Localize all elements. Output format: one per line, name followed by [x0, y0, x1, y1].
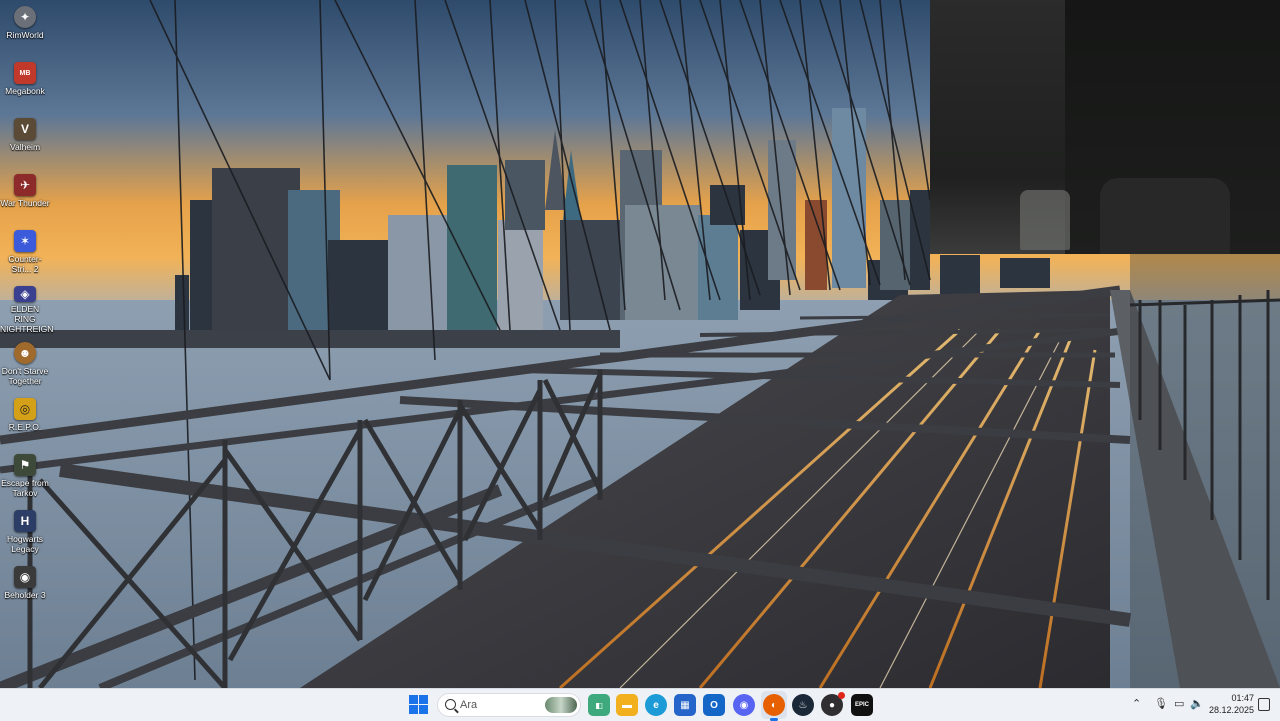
desktop-icon-label: Megabonk	[5, 86, 45, 96]
desktop-icon-rimworld[interactable]: ✦ RimWorld	[0, 2, 50, 54]
start-button[interactable]	[409, 695, 429, 715]
system-clock[interactable]: 01:47 28.12.2025	[1208, 692, 1254, 716]
windows-logo-icon	[409, 695, 418, 704]
network-icon[interactable]: ▭	[1174, 697, 1184, 710]
desktop-icon-label: Hogwarts Legacy	[7, 534, 43, 554]
megabonk-icon: MB	[14, 62, 36, 84]
edge-icon[interactable]: e	[645, 694, 667, 716]
desktop-icon-label: Counter-Stri... 2	[8, 254, 42, 274]
hogwarts-icon: H	[14, 510, 36, 532]
search-highlight-image	[545, 697, 577, 713]
desktop-icon-dont-starve[interactable]: ☻ Don't Starve Together	[0, 338, 50, 390]
volume-icon[interactable]: 🔈	[1190, 697, 1204, 710]
desktop-icon-elden-ring[interactable]: ◈ ELDEN RING NIGHTREIGN	[0, 282, 54, 334]
desktop-icon-label: Valheim	[9, 142, 41, 152]
video-figure	[1020, 190, 1070, 250]
clock-date: 28.12.2025	[1208, 705, 1254, 715]
chevron-up-icon[interactable]: ⌃	[1132, 697, 1141, 710]
elden-ring-icon: ◈	[14, 286, 36, 302]
counter-strike-icon: ✶	[14, 230, 36, 252]
search-icon	[445, 699, 456, 710]
repo-icon: ◎	[14, 398, 36, 420]
rimworld-icon: ✦	[14, 6, 36, 28]
widgets-icon[interactable]: ◧	[588, 694, 610, 716]
desktop-icon-label: Beholder 3	[4, 590, 46, 600]
desktop-icon-label: RimWorld	[6, 30, 44, 40]
desktop-icon-repo[interactable]: ◎ R.E.P.O.	[0, 394, 50, 446]
desktop-icon-label: R.E.P.O.	[8, 422, 42, 432]
discord-icon[interactable]: ◉	[733, 694, 755, 716]
firefox-icon[interactable]: ◐	[763, 694, 785, 721]
outlook-icon[interactable]: O	[703, 694, 725, 716]
file-explorer-icon[interactable]: ▬	[616, 694, 638, 716]
war-thunder-icon: ✈	[14, 174, 36, 196]
windows-logo-icon	[419, 705, 428, 714]
desktop-icon-label: ELDEN RING NIGHTREIGN	[0, 304, 54, 334]
desktop-icon-tarkov[interactable]: ⚑ Escape from Tarkov	[0, 450, 50, 502]
desktop-icon-label: Escape from Tarkov	[1, 478, 49, 498]
dont-starve-icon: ☻	[14, 342, 36, 364]
windows-logo-icon	[419, 695, 428, 704]
desktop-icon-megabonk[interactable]: MB Megabonk	[0, 58, 50, 110]
windows-logo-icon	[409, 705, 418, 714]
notification-badge	[838, 692, 845, 699]
store-icon[interactable]: ▦	[674, 694, 696, 716]
valheim-icon: V	[14, 118, 36, 140]
beholder-icon: ◉	[14, 566, 36, 588]
video-overlay-window[interactable]	[930, 0, 1280, 254]
desktop-icon-war-thunder[interactable]: ✈ War Thunder	[0, 170, 50, 222]
video-chair	[1100, 178, 1230, 254]
desktop-icon-label: War Thunder	[0, 198, 50, 208]
steam-icon[interactable]: ♨	[792, 694, 814, 716]
taskbar-search-box[interactable]: Ara	[437, 693, 581, 717]
notification-center-icon[interactable]	[1258, 698, 1270, 711]
taskbar: Ara ◧ ▬ e ▦ O ◉ ◐ ♨ ● EPIC ⌃ 🎙 ▭ 🔈 01:47…	[0, 688, 1280, 721]
obs-icon[interactable]: ●	[821, 692, 845, 716]
tarkov-icon: ⚑	[14, 454, 36, 476]
desktop-icon-beholder[interactable]: ◉ Beholder 3	[0, 562, 50, 614]
desktop-icon-hogwarts[interactable]: H Hogwarts Legacy	[0, 506, 50, 558]
clock-time: 01:47	[1231, 693, 1254, 703]
microphone-icon[interactable]: 🎙	[1154, 697, 1168, 710]
desktop-icon-valheim[interactable]: V Valheim	[0, 114, 50, 166]
search-placeholder: Ara	[460, 699, 478, 711]
epic-games-icon[interactable]: EPIC	[851, 694, 873, 716]
desktop-icon-counter-strike[interactable]: ✶ Counter-Stri... 2	[0, 226, 50, 278]
desktop-icon-label: Don't Starve Together	[1, 366, 49, 386]
